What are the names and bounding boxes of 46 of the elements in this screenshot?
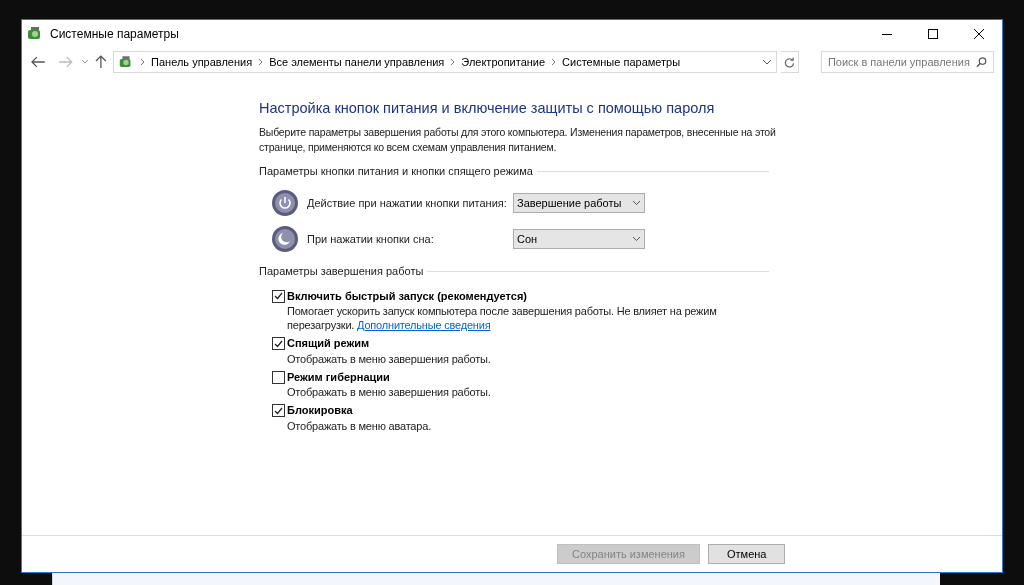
search-icon <box>975 56 987 68</box>
dropdown-icon[interactable] <box>81 59 90 65</box>
chevron-down-icon <box>632 236 641 243</box>
maximize-icon <box>928 29 938 39</box>
option-description: Помогает ускорить запуск компьютера после завершения работы. Не влияет на режим перезагрузки. Дополнительные сведения <box>286 304 718 333</box>
page-heading: Настройка кнопок питания и включение защиты с помощью пароля <box>259 99 716 118</box>
chevron-right-icon <box>140 58 146 66</box>
checkbox[interactable] <box>272 289 285 303</box>
breadcrumb-item[interactable]: Электропитание <box>461 53 546 71</box>
breadcrumb-item[interactable]: Системные параметры <box>562 53 681 71</box>
back-icon[interactable] <box>30 55 46 69</box>
up-icon[interactable] <box>95 55 108 69</box>
refresh-icon <box>784 56 796 68</box>
setting-label: Действие при нажатии кнопки питания: <box>307 196 508 211</box>
option-description: Отображать в меню аватара. <box>286 418 432 433</box>
refresh-button[interactable] <box>781 51 799 73</box>
checkbox[interactable] <box>272 404 285 417</box>
chevron-down-icon[interactable] <box>762 59 773 65</box>
dropdown[interactable]: Завершение работы <box>513 193 645 214</box>
power-button-icon <box>271 189 299 218</box>
window-title: Системные параметры <box>50 26 179 43</box>
sleep-button-icon <box>271 225 299 254</box>
breadcrumb-item[interactable]: Все элементы панели управления <box>269 53 445 71</box>
dropdown[interactable]: Сон <box>513 229 645 250</box>
breadcrumb-item[interactable]: Панель управления <box>151 53 253 71</box>
more-info-link[interactable]: Дополнительные сведения <box>357 319 491 332</box>
setting-label: При нажатии кнопки сна: <box>307 232 435 247</box>
option-label[interactable]: Включить быстрый запуск (рекомендуется) <box>287 287 527 305</box>
chevron-down-icon <box>632 200 641 207</box>
option-label[interactable]: Блокировка <box>287 402 353 419</box>
chevron-right-icon <box>258 58 264 66</box>
cancel-button[interactable]: Отмена <box>707 544 786 564</box>
checkbox[interactable] <box>272 370 285 384</box>
option-label[interactable]: Спящий режим <box>287 335 370 352</box>
section-title: Параметры кнопки питания и кнопки спящего режима <box>259 163 533 179</box>
option-description: Отображать в меню завершения работы. <box>286 385 492 400</box>
option-description: Отображать в меню завершения работы. <box>286 351 492 366</box>
chevron-right-icon <box>450 58 456 66</box>
chevron-right-icon <box>551 58 557 66</box>
close-icon <box>974 29 984 39</box>
search-field[interactable]: Поиск в панели управления <box>820 51 994 73</box>
option-label[interactable]: Режим гибернации <box>287 368 390 386</box>
address-bar[interactable]: Панель управления Все элементы панели управления Электропитание Системные параметры <box>113 51 778 73</box>
section-title: Параметры завершения работы <box>259 264 424 280</box>
intro-text: Выберите параметры завершения работы для этого компьютера. Изменения параметров, внесенные на этой странице, применяются ко всем схемам управления питанием. <box>259 124 777 155</box>
checkbox[interactable] <box>272 337 285 350</box>
